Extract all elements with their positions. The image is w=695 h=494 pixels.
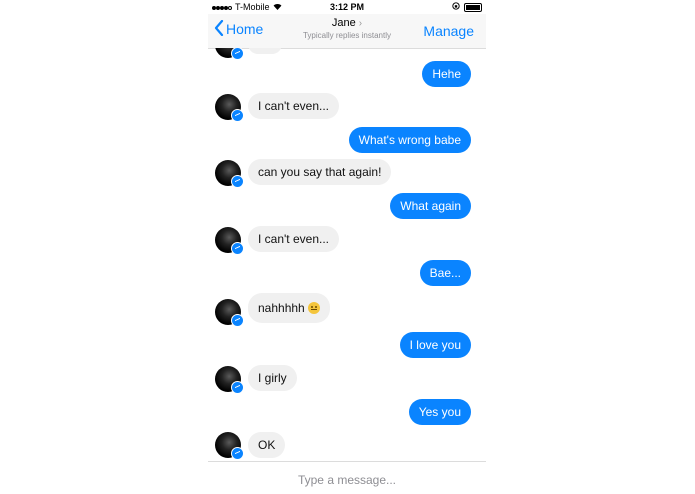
slightly-smiling-face-icon bbox=[307, 302, 320, 314]
message-input[interactable] bbox=[208, 462, 486, 494]
message-bubble-incoming: I can't even... bbox=[248, 93, 339, 119]
status-bar: T-Mobile 3:12 PM bbox=[208, 0, 486, 14]
messenger-badge-icon bbox=[231, 381, 244, 394]
message-bubble-incoming: OK bbox=[248, 432, 286, 458]
message-bubble-incoming: I can't even... bbox=[248, 226, 339, 252]
contact-name: Jane bbox=[331, 17, 356, 29]
chevron-right-icon: › bbox=[358, 18, 363, 29]
message-bubble-incoming: can you say that again! bbox=[248, 159, 392, 185]
manage-button[interactable]: Manage bbox=[423, 23, 474, 39]
message-composer bbox=[208, 461, 486, 494]
rotation-lock-icon bbox=[452, 2, 460, 12]
message-bubble-outgoing: Bae... bbox=[419, 260, 471, 286]
message-bubble-outgoing: I love you bbox=[399, 332, 471, 358]
message-bubble-incoming: nahhhhh bbox=[248, 293, 330, 323]
clock: 3:12 PM bbox=[329, 2, 364, 12]
message-bubble-outgoing: What again bbox=[390, 193, 471, 219]
messenger-badge-icon bbox=[231, 109, 244, 122]
contact-avatar[interactable] bbox=[215, 94, 244, 122]
messenger-badge-icon bbox=[231, 447, 244, 460]
messenger-badge-icon bbox=[231, 48, 244, 60]
navigation-bar: Home Jane › Typically replies instantly … bbox=[208, 14, 486, 49]
messenger-screen: T-Mobile 3:12 PM Home Jane › Typically r… bbox=[208, 0, 486, 494]
messenger-badge-icon bbox=[231, 314, 244, 327]
contact-avatar[interactable] bbox=[215, 48, 244, 60]
message-bubble-outgoing: What's wrong babe bbox=[348, 127, 471, 153]
battery-icon bbox=[464, 2, 482, 12]
message-bubble-outgoing: Yes you bbox=[408, 399, 471, 425]
messenger-badge-icon bbox=[231, 242, 244, 255]
message-bubble-incoming: I girly bbox=[248, 365, 297, 391]
contact-avatar[interactable] bbox=[215, 432, 244, 460]
message-thread[interactable]: Hehe I can't even... What's wrong babe c… bbox=[208, 48, 486, 461]
contact-avatar[interactable] bbox=[215, 366, 244, 394]
messenger-badge-icon bbox=[231, 175, 244, 188]
message-bubble-outgoing: Hehe bbox=[422, 61, 471, 87]
message-bubble-incoming-clipped bbox=[248, 48, 282, 54]
status-right bbox=[452, 2, 482, 12]
contact-avatar[interactable] bbox=[215, 299, 244, 327]
contact-avatar[interactable] bbox=[215, 227, 244, 255]
message-text: nahhhhh bbox=[258, 301, 305, 315]
contact-avatar[interactable] bbox=[215, 160, 244, 188]
